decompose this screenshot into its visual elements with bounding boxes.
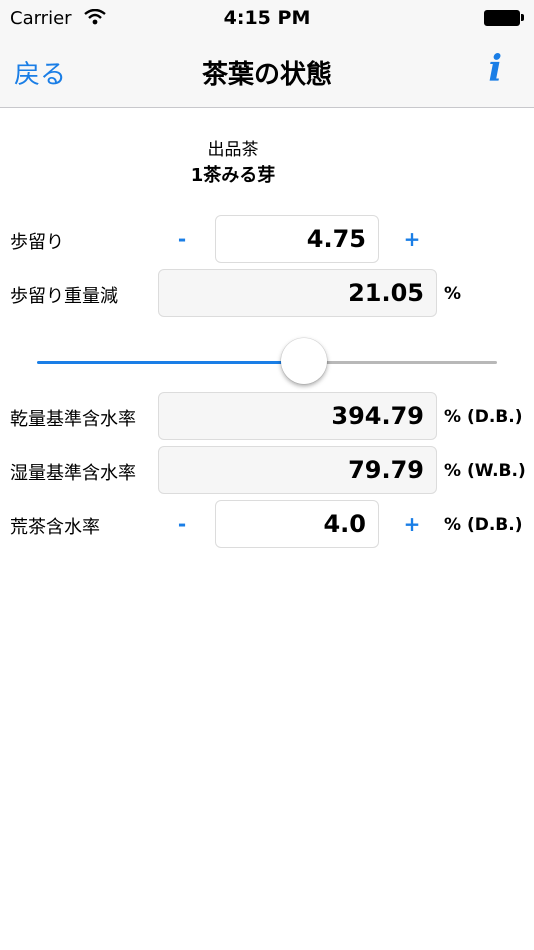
yield-minus-button[interactable]: - bbox=[170, 227, 194, 251]
slider-thumb[interactable] bbox=[280, 338, 327, 384]
rough-tea-plus-button[interactable]: + bbox=[400, 512, 424, 536]
yield-weight-loss-value: 21.05 bbox=[158, 269, 437, 317]
wet-basis-moisture-label: 湿量基準含水率 bbox=[10, 463, 136, 484]
yield-label: 歩留り bbox=[10, 232, 64, 253]
yield-weight-loss-unit: % bbox=[444, 284, 462, 304]
page-title: 茶葉の状態 bbox=[201, 60, 332, 90]
yield-plus-button[interactable]: + bbox=[400, 227, 424, 251]
rough-tea-moisture-input[interactable]: 4.0 bbox=[215, 500, 379, 548]
yield-weight-loss-label: 歩留り重量減 bbox=[10, 286, 118, 307]
tea-category: 出品茶 bbox=[207, 140, 259, 160]
tea-name: 1茶みる芽 bbox=[190, 165, 276, 186]
rough-tea-minus-button[interactable]: - bbox=[170, 512, 194, 536]
status-time: 4:15 PM bbox=[223, 7, 311, 29]
dry-basis-moisture-value: 394.79 bbox=[158, 392, 437, 440]
yield-input[interactable]: 4.75 bbox=[215, 215, 379, 263]
info-icon[interactable]: i bbox=[488, 48, 502, 90]
wet-basis-moisture-unit: % (W.B.) bbox=[444, 461, 526, 481]
slider-track-empty[interactable] bbox=[303, 361, 497, 364]
battery-icon bbox=[484, 10, 524, 26]
wet-basis-moisture-value: 79.79 bbox=[158, 446, 437, 494]
slider-track-filled[interactable] bbox=[37, 361, 304, 364]
status-bar: Carrier 4:15 PM bbox=[0, 0, 534, 40]
dry-basis-moisture-label: 乾量基準含水率 bbox=[10, 409, 136, 430]
rough-tea-moisture-unit: % (D.B.) bbox=[444, 515, 523, 535]
rough-tea-moisture-label: 荒茶含水率 bbox=[10, 517, 100, 538]
dry-basis-moisture-unit: % (D.B.) bbox=[444, 407, 523, 427]
navigation-bar: 戻る 茶葉の状態 i bbox=[0, 40, 534, 108]
